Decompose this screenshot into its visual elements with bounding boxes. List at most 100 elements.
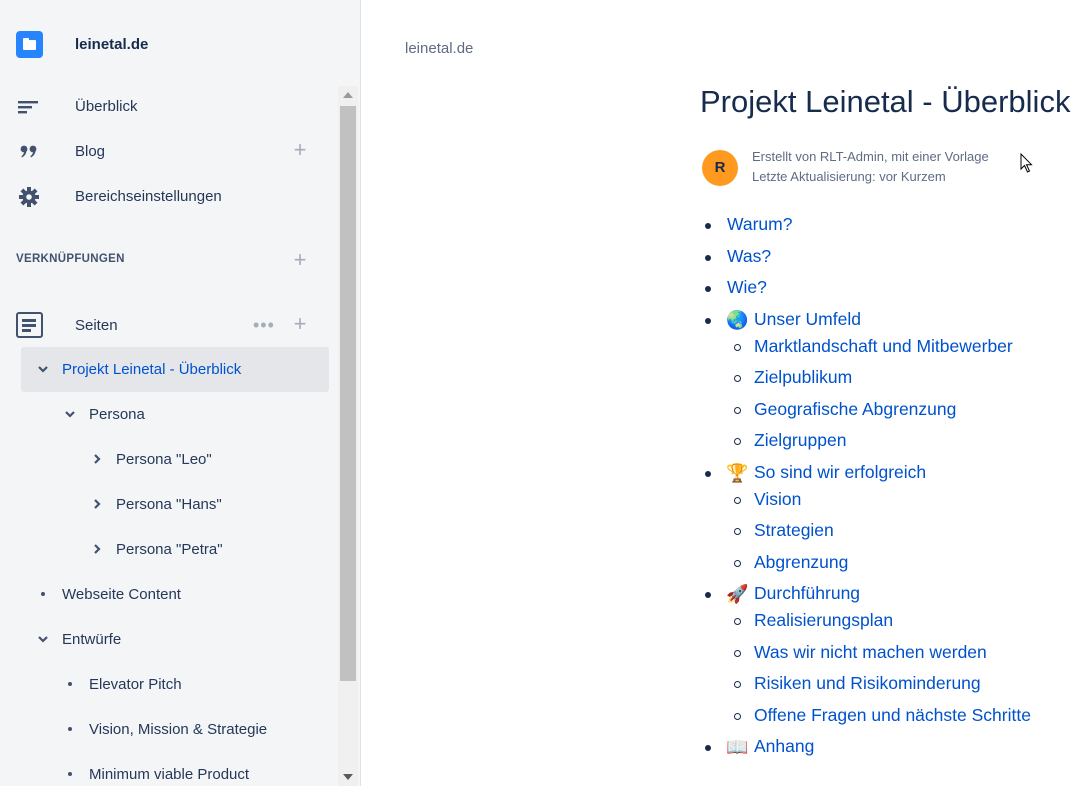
chevron-down-icon[interactable]	[36, 361, 50, 377]
circle-bullet-icon	[734, 618, 741, 625]
space-name: leinetal.de	[75, 36, 149, 53]
last-updated-text: Letzte Aktualisierung: vor Kurzem	[752, 169, 946, 184]
emoji-icon: 🚀	[726, 584, 749, 604]
circle-bullet-icon	[734, 438, 741, 445]
pages-row[interactable]: Seiten ••• +	[0, 305, 340, 345]
toc-item: Was?	[705, 246, 1065, 272]
toc-link[interactable]: Strategien	[754, 520, 834, 541]
tree-item-label: Vision, Mission & Strategie	[89, 721, 268, 738]
breadcrumb[interactable]: leinetal.de	[405, 40, 473, 57]
toc-link[interactable]: Warum?	[727, 214, 792, 235]
toc-link[interactable]: Abgrenzung	[754, 552, 848, 573]
toc-link[interactable]: Was?	[727, 246, 771, 267]
toc-item: 🌏 Unser Umfeld	[705, 309, 1065, 335]
toc-link[interactable]: Geografische Abgrenzung	[754, 399, 956, 420]
tree-item-label: Elevator Pitch	[89, 676, 182, 693]
circle-bullet-icon	[734, 560, 741, 567]
overview-icon	[18, 101, 38, 114]
toc-subitem: Realisierungsplan	[705, 610, 1065, 636]
tree-item[interactable]: Vision, Mission & Strategie	[21, 707, 329, 752]
tree-item-label: Persona "Petra"	[116, 541, 223, 558]
toc-subitem: Abgrenzung	[705, 552, 1065, 578]
nav-blog-label: Blog	[75, 143, 106, 160]
tree-item-label: Entwürfe	[62, 631, 122, 648]
mouse-cursor-icon	[1020, 153, 1033, 173]
circle-bullet-icon	[734, 375, 741, 382]
bullet-icon	[41, 592, 45, 596]
created-by-text: Erstellt von RLT-Admin, mit einer Vorlag…	[752, 149, 989, 164]
nav-overview[interactable]: Überblick	[0, 87, 340, 127]
add-shortcut-button[interactable]: +	[290, 248, 310, 272]
tree-item-label: Minimum viable Product	[89, 766, 250, 783]
bullet-icon	[705, 592, 711, 598]
circle-bullet-icon	[734, 650, 741, 657]
circle-bullet-icon	[734, 407, 741, 414]
nav-settings[interactable]: Bereichseinstellungen	[0, 177, 340, 217]
bullet-icon	[705, 745, 711, 751]
tree-item-label: Persona "Hans"	[116, 496, 222, 513]
tree-item[interactable]: Projekt Leinetal - Überblick	[21, 347, 329, 392]
toc-subitem: Marktlandschaft und Mitbewerber	[705, 336, 1065, 362]
toc-subitem: Risiken und Risikominderung	[705, 673, 1065, 699]
tree-item[interactable]: Persona "Hans"	[21, 482, 329, 527]
circle-bullet-icon	[734, 344, 741, 351]
chevron-down-icon[interactable]	[63, 406, 77, 422]
toc-link[interactable]: Zielpublikum	[754, 367, 852, 388]
toc-link[interactable]: Was wir nicht machen werden	[754, 642, 987, 663]
space-header[interactable]: leinetal.de	[0, 22, 340, 68]
chevron-down-icon[interactable]	[36, 631, 50, 647]
emoji-icon: 🌏	[726, 310, 749, 330]
add-blog-button[interactable]: +	[290, 138, 310, 162]
pages-more-button[interactable]: •••	[253, 315, 275, 336]
toc-link[interactable]: Zielgruppen	[754, 430, 846, 451]
bullet-icon	[68, 772, 72, 776]
tree-item-label: Projekt Leinetal - Überblick	[62, 361, 242, 378]
toc-link[interactable]: Offene Fragen und nächste Schritte	[754, 705, 1031, 726]
avatar[interactable]: R	[702, 150, 738, 186]
emoji-icon: 🏆	[726, 463, 749, 483]
sidebar: leinetal.de Überblick Blog + Bereichsein…	[0, 0, 361, 786]
tree-item[interactable]: Persona	[21, 392, 329, 437]
toc-link[interactable]: Risiken und Risikominderung	[754, 673, 981, 694]
scroll-thumb[interactable]	[340, 106, 356, 681]
circle-bullet-icon	[734, 497, 741, 504]
toc-link[interactable]: Wie?	[727, 277, 767, 298]
toc-link[interactable]: Unser Umfeld	[754, 309, 861, 330]
circle-bullet-icon	[734, 713, 741, 720]
toc-link[interactable]: Vision	[754, 489, 801, 510]
toc-subitem: Offene Fragen und nächste Schritte	[705, 705, 1065, 731]
tree-item-label: Persona	[89, 406, 145, 423]
tree-item[interactable]: Minimum viable Product	[21, 752, 329, 786]
pages-icon	[16, 312, 43, 338]
toc-subitem: Vision	[705, 489, 1065, 515]
sidebar-scrollbar[interactable]	[338, 86, 358, 786]
tree-item[interactable]: Elevator Pitch	[21, 662, 329, 707]
toc-link[interactable]: Durchführung	[754, 583, 860, 604]
tree-item[interactable]: Entwürfe	[21, 617, 329, 662]
toc-link[interactable]: So sind wir erfolgreich	[754, 462, 926, 483]
emoji-icon: 📖	[726, 737, 749, 757]
nav-blog[interactable]: Blog +	[0, 132, 340, 172]
add-page-button[interactable]: +	[290, 312, 310, 336]
tree-item-label: Persona "Leo"	[116, 451, 212, 468]
tree-item[interactable]: Persona "Petra"	[21, 527, 329, 572]
nav-settings-label: Bereichseinstellungen	[75, 188, 222, 205]
scroll-up-arrow-icon[interactable]	[343, 92, 353, 98]
bullet-icon	[68, 727, 72, 731]
bullet-icon	[705, 255, 711, 261]
tree-item[interactable]: Webseite Content	[21, 572, 329, 617]
chevron-right-icon[interactable]	[90, 496, 104, 512]
scroll-down-arrow-icon[interactable]	[343, 774, 353, 780]
bullet-icon	[705, 223, 711, 229]
chevron-right-icon[interactable]	[90, 451, 104, 467]
shortcuts-heading: VERKNÜPFUNGEN	[16, 253, 125, 265]
toc-link[interactable]: Anhang	[754, 736, 814, 757]
bullet-icon	[68, 682, 72, 686]
toc-subitem: Strategien	[705, 520, 1065, 546]
toc-item: 🏆 So sind wir erfolgreich	[705, 462, 1065, 488]
tree-item[interactable]: Persona "Leo"	[21, 437, 329, 482]
toc-item: 📖 Anhang	[705, 736, 1065, 762]
toc-link[interactable]: Realisierungsplan	[754, 610, 893, 631]
toc-link[interactable]: Marktlandschaft und Mitbewerber	[754, 336, 1013, 357]
chevron-right-icon[interactable]	[90, 541, 104, 557]
